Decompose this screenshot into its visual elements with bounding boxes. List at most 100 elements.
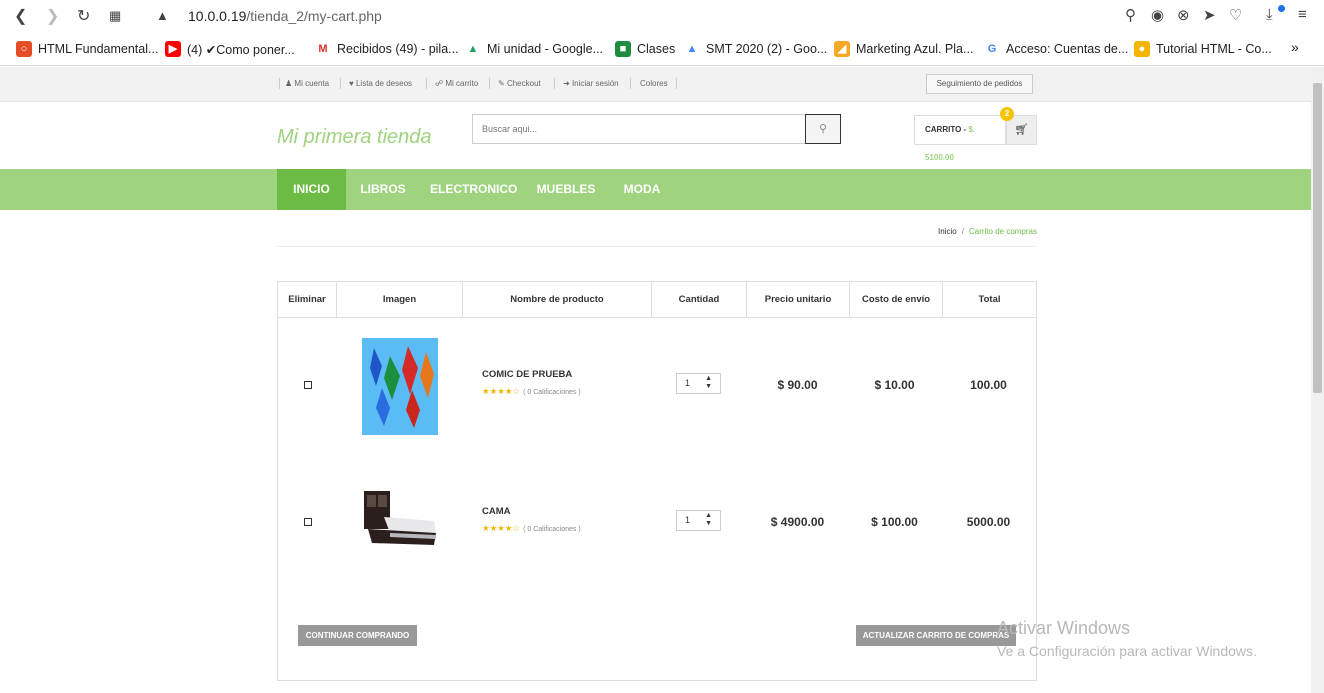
block-icon[interactable]: ⊗ <box>1177 6 1190 24</box>
camera-icon[interactable]: ◉ <box>1151 6 1164 24</box>
divider <box>554 78 555 89</box>
browser-toolbar: ❮ ❯ ↻ ▦ ▲ 10.0.0.19/tienda_2/my-cart.php… <box>0 0 1324 33</box>
spinner-arrows-icon[interactable]: ▲ ▼ <box>705 512 712 528</box>
unit-price: $ 4900.00 <box>770 515 825 529</box>
store-logo[interactable]: Mi primera tienda <box>277 126 432 149</box>
row-total: 5000.00 <box>966 515 1011 529</box>
topbar-link-colors[interactable]: Colores <box>640 79 668 88</box>
nav-item-libros[interactable]: LIBROS <box>355 169 411 210</box>
bookmarks-bar: ○ HTML Fundamental... ▶ (4) ✔Como poner...… <box>0 33 1324 66</box>
star-icon: ★★★★☆ <box>482 386 521 396</box>
topbar-link-my-cart[interactable]: ☍ Mi carrito <box>435 79 478 88</box>
column-header: Imagen <box>337 282 463 318</box>
youtube-icon: ▶ <box>165 41 181 57</box>
bookmark-item[interactable]: ▶ (4) ✔Como poner... <box>165 41 295 57</box>
divider <box>426 78 427 89</box>
bookmark-item[interactable]: ● Tutorial HTML - Co... <box>1134 41 1272 57</box>
column-header: Total <box>943 282 1036 318</box>
login-icon: ➜ <box>563 79 570 88</box>
nav-item-muebles[interactable]: MUEBLES <box>533 169 599 210</box>
bookmark-item[interactable]: G Acceso: Cuentas de... <box>984 41 1128 57</box>
bookmark-item[interactable]: ▲ Mi unidad - Google... <box>465 41 603 57</box>
remove-checkbox[interactable] <box>304 381 312 389</box>
ratings-count: ( 0 Calificaciones ) <box>523 526 581 533</box>
tutorial-icon: ● <box>1134 41 1150 57</box>
forward-icon[interactable]: ❯ <box>46 6 59 26</box>
main-navigation: INICIO LIBROS ELECTRONICO MUEBLES MODA <box>0 169 1311 210</box>
top-utility-bar: ♟ Mi cuenta ♥ Lista de deseos ☍ Mi carri… <box>0 67 1311 102</box>
warning-icon[interactable]: ▲ <box>156 8 169 23</box>
search-button[interactable]: ⚲ <box>805 114 841 144</box>
menu-icon[interactable]: ≡ <box>1298 6 1307 23</box>
back-icon[interactable]: ❮ <box>14 6 27 26</box>
row-total: 100.00 <box>970 378 1007 392</box>
star-icon: ★★★★☆ <box>482 523 521 533</box>
bookmark-item[interactable]: M Recibidos (49) - pila... <box>315 41 459 57</box>
bookmark-item[interactable]: ○ HTML Fundamental... <box>16 41 158 57</box>
column-header: Precio unitario <box>747 282 850 318</box>
nav-item-electronico[interactable]: ELECTRONICO <box>430 169 517 210</box>
ratings-count: ( 0 Calificaciones ) <box>523 389 581 396</box>
topbar-link-my-account[interactable]: ♟ Mi cuenta <box>285 79 329 88</box>
quantity-stepper[interactable]: 1 ▲ ▼ <box>676 373 721 394</box>
activation-watermark-text: Ve a Configuración para activar Windows. <box>997 643 1257 659</box>
product-name[interactable]: CAMA <box>482 506 511 517</box>
nav-item-moda[interactable]: MODA <box>618 169 666 210</box>
column-header: Cantidad <box>652 282 747 318</box>
gmail-icon: M <box>315 41 331 57</box>
continue-shopping-button[interactable]: CONTINUAR COMPRANDO <box>298 625 417 646</box>
remove-checkbox[interactable] <box>304 518 312 526</box>
google-drive-icon: ▲ <box>465 41 481 57</box>
column-header: Costo de envío <box>850 282 943 318</box>
update-cart-button[interactable]: ACTUALIZAR CARRITO DE COMPRAS <box>856 625 1016 646</box>
google-classroom-icon: ■ <box>615 41 631 57</box>
order-tracking-button[interactable]: Seguimiento de pedidos <box>926 74 1033 94</box>
search-icon: ⚲ <box>818 123 828 135</box>
topbar-link-wishlist[interactable]: ♥ Lista de deseos <box>349 79 412 88</box>
google-drive-icon: ▲ <box>684 41 700 57</box>
header-cart-summary[interactable]: CARRITO - $. 5100.00 <box>914 115 1006 162</box>
url-path: /tienda_2/my-cart.php <box>246 8 382 24</box>
divider <box>630 78 631 89</box>
bookmark-item[interactable]: ■ Clases <box>615 41 675 57</box>
rating-stars: ★★★★☆( 0 Calificaciones ) <box>482 523 581 534</box>
address-bar[interactable]: 10.0.0.19/tienda_2/my-cart.php <box>188 8 382 24</box>
bookmark-icon: ◢ <box>834 41 850 57</box>
shipping-cost: $ 100.00 <box>871 515 918 529</box>
key-icon: ✎ <box>498 79 505 88</box>
google-g-icon: G <box>984 41 1000 57</box>
product-image-bed[interactable] <box>362 487 438 552</box>
unit-price: $ 90.00 <box>777 378 818 392</box>
breadcrumb-home[interactable]: Inicio <box>938 227 957 236</box>
topbar-link-login[interactable]: ➜ Iniciar sesión <box>563 79 619 88</box>
html-logo-icon: ○ <box>16 41 32 57</box>
cart-icon: ☍ <box>435 79 444 88</box>
rating-stars: ★★★★☆( 0 Calificaciones ) <box>482 386 581 397</box>
user-icon: ♟ <box>285 79 293 88</box>
divider <box>676 78 677 89</box>
more-bookmarks-icon[interactable]: » <box>1291 39 1299 55</box>
tabs-grid-icon[interactable]: ▦ <box>109 8 121 24</box>
nav-item-inicio[interactable]: INICIO <box>277 169 346 210</box>
send-icon[interactable]: ➤ <box>1203 6 1216 24</box>
search-input[interactable] <box>472 114 806 144</box>
activation-watermark-title: Activar Windows <box>997 618 1131 638</box>
cart-table: Eliminar Imagen Nombre de producto Canti… <box>277 281 1037 681</box>
url-host: 10.0.0.19 <box>188 8 247 24</box>
spinner-arrows-icon[interactable]: ▲ ▼ <box>705 375 712 391</box>
scrollbar-thumb[interactable] <box>1313 83 1322 393</box>
heart-icon[interactable]: ♡ <box>1229 6 1242 24</box>
product-name[interactable]: COMIC DE PRUEBA <box>482 369 572 380</box>
search-page-icon[interactable]: ⚲ <box>1125 6 1136 24</box>
page-scrollbar[interactable] <box>1311 67 1324 693</box>
breadcrumb: Inicio / Carrito de compras <box>277 226 1037 247</box>
quantity-stepper[interactable]: 1 ▲ ▼ <box>676 510 721 531</box>
column-header: Eliminar <box>278 282 337 318</box>
download-icon[interactable]: ⤓ <box>1266 6 1273 23</box>
product-image-comic[interactable] <box>362 338 438 435</box>
bookmark-item[interactable]: ▲ SMT 2020 (2) - Goo... <box>684 41 827 57</box>
cart-icon: 🛒︎ <box>1014 124 1029 136</box>
topbar-link-checkout[interactable]: ✎ Checkout <box>498 79 541 88</box>
bookmark-item[interactable]: ◢ Marketing Azul. Pla... <box>834 41 973 57</box>
reload-icon[interactable]: ↻ <box>77 6 90 26</box>
